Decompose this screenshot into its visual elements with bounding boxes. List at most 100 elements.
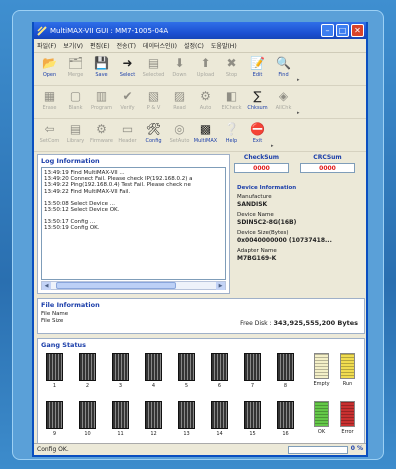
- stop-label: Stop: [225, 72, 238, 78]
- status-text: Config OK.: [37, 446, 69, 453]
- file-size-label: File Size: [41, 318, 64, 324]
- socket-9: [46, 401, 63, 429]
- scroll-thumb[interactable]: [56, 282, 176, 289]
- menu-settings[interactable]: 설정(C): [184, 41, 204, 50]
- verify-button[interactable]: ✔ Verify: [115, 88, 140, 111]
- down-button[interactable]: ⬇ Down: [167, 55, 192, 78]
- toolbar-overflow-icon[interactable]: ▸: [297, 110, 300, 116]
- socket-16: [277, 401, 294, 429]
- free-disk-value: 343,925,555,200 Bytes: [273, 319, 358, 327]
- select-button[interactable]: ➜ Select: [115, 55, 140, 78]
- manufacture-value: SANDISK: [237, 201, 268, 208]
- find-button[interactable]: 🔍 Find: [271, 55, 296, 78]
- save-button[interactable]: 💾 Save: [89, 55, 114, 78]
- legend-error-swatch: [340, 401, 355, 427]
- help-button[interactable]: ❔ Help: [219, 121, 244, 144]
- device-size-value: 0x0040000000 (10737418...: [237, 237, 332, 244]
- close-button[interactable]: ✕: [351, 24, 364, 37]
- legend-label: Error: [341, 429, 354, 435]
- exit-label: Exit: [252, 138, 263, 144]
- file-info-title: File Information: [41, 301, 100, 309]
- upload-button[interactable]: ⬆ Upload: [193, 55, 218, 78]
- socket-5: [178, 353, 195, 381]
- menu-file[interactable]: 파일(F): [37, 41, 56, 50]
- setcom-button[interactable]: ⇦ SetCom: [37, 121, 62, 144]
- exit-button[interactable]: ⛔ Exit: [245, 121, 270, 144]
- socket-15: [244, 401, 261, 429]
- menu-data[interactable]: 데이터스인(I): [143, 41, 177, 50]
- progress-bar: [288, 446, 348, 454]
- pv-icon: ▧: [147, 89, 160, 103]
- edit-label: Edit: [252, 72, 263, 78]
- minimize-button[interactable]: –: [321, 24, 334, 37]
- blank-label: Blank: [68, 105, 83, 111]
- erase-button[interactable]: ▦ Erase: [37, 88, 62, 111]
- socket-2: [79, 353, 96, 381]
- legend-label: Run: [342, 381, 353, 387]
- toolbars: 📂 Open 🗂 Merge 💾 Save ➜ Select ▤ Selected ⬇ Down ⬆ Up…: [34, 53, 366, 152]
- pv-button[interactable]: ▧ P & V: [141, 88, 166, 111]
- socket-label: 8: [283, 383, 288, 389]
- free-disk-label: Free Disk :: [240, 320, 272, 327]
- read-button[interactable]: ▨ Read: [167, 88, 192, 111]
- adapter-name-value: M7BG169-K: [237, 255, 277, 262]
- down-label: Down: [172, 72, 187, 78]
- program-button[interactable]: ▥ Program: [89, 88, 114, 111]
- adapter-name-label: Adapter Name: [237, 248, 277, 254]
- toolbar-overflow-icon[interactable]: ▸: [297, 77, 300, 83]
- log-list[interactable]: 13:49:19 Find MultiMAX-VII ... 13:49:20 C…: [41, 167, 226, 280]
- library-icon: ▤: [69, 122, 82, 136]
- multimax-button[interactable]: ▩ MultiMAX: [193, 121, 218, 144]
- firmware-label: Firmware: [90, 138, 113, 144]
- auto-button[interactable]: ⚙ Auto: [193, 88, 218, 111]
- menu-view[interactable]: 보기(V): [63, 41, 83, 50]
- abort-button[interactable]: ◈ AllChk: [271, 88, 296, 111]
- eicheck-button[interactable]: ◧ EICheck: [219, 88, 244, 111]
- legend-label: Empty: [313, 381, 330, 387]
- program-icon: ▥: [95, 89, 108, 103]
- scroll-left-icon[interactable]: ◀: [42, 281, 51, 290]
- chksum-button[interactable]: ∑ Chksum: [245, 88, 270, 111]
- eicheck-icon: ◧: [225, 89, 238, 103]
- maximize-button[interactable]: □: [336, 24, 349, 37]
- upload-icon: ⬆: [200, 56, 211, 70]
- checksum-group: CheckSum 0000: [234, 154, 289, 173]
- chksum-icon: ∑: [253, 89, 262, 103]
- config-button[interactable]: 🛠 Config: [141, 121, 166, 144]
- edit-button[interactable]: 📝 Edit: [245, 55, 270, 78]
- menu-transfer[interactable]: 전송(T): [117, 41, 136, 50]
- open-button[interactable]: 📂 Open: [37, 55, 62, 78]
- library-button[interactable]: ▤ Library: [63, 121, 88, 144]
- setauto-button[interactable]: ◎ SetAuto: [167, 121, 192, 144]
- upload-label: Upload: [196, 72, 215, 78]
- toolbar-overflow-icon[interactable]: ▸: [271, 143, 274, 149]
- merge-button[interactable]: 🗂 Merge: [63, 55, 88, 78]
- socket-label: 9: [52, 431, 57, 437]
- verify-icon: ✔: [122, 89, 133, 103]
- blank-button[interactable]: ▢ Blank: [63, 88, 88, 111]
- device-size-label: Device Size(Bytes): [237, 230, 289, 236]
- toolbar-row-1: 📂 Open 🗂 Merge 💾 Save ➜ Select ▤ Selected ⬇ Down ⬆ Up…: [34, 53, 366, 86]
- log-hscrollbar[interactable]: ◀ ▶: [41, 281, 226, 290]
- selected-button[interactable]: ▤ Selected: [141, 55, 166, 78]
- log-title: Log Information: [41, 157, 100, 165]
- title-bar[interactable]: MultiMAX-VII GUI : MM7-1005-04A – □ ✕: [34, 22, 366, 39]
- header-button[interactable]: ▭ Header: [115, 121, 140, 144]
- find-icon: 🔍: [276, 56, 291, 70]
- status-bar: Config OK. 0 %: [34, 443, 366, 455]
- scroll-right-icon[interactable]: ▶: [216, 281, 225, 290]
- legend-empty-swatch: [314, 353, 329, 379]
- socket-11: [112, 401, 129, 429]
- menu-help[interactable]: 도움말(H): [211, 41, 237, 50]
- menu-edit[interactable]: 편집(E): [90, 41, 110, 50]
- stop-button[interactable]: ✖ Stop: [219, 55, 244, 78]
- setauto-label: SetAuto: [169, 138, 190, 144]
- socket-label: 15: [249, 431, 256, 437]
- open-icon: 📂: [42, 56, 57, 70]
- progress-percent: 0 %: [350, 445, 363, 452]
- log-line: 13:50:19 Config OK.: [44, 225, 100, 232]
- app-icon: [37, 25, 47, 36]
- eicheck-label: EICheck: [221, 105, 242, 111]
- checksum-label: CheckSum: [243, 154, 280, 161]
- firmware-button[interactable]: ⚙ Firmware: [89, 121, 114, 144]
